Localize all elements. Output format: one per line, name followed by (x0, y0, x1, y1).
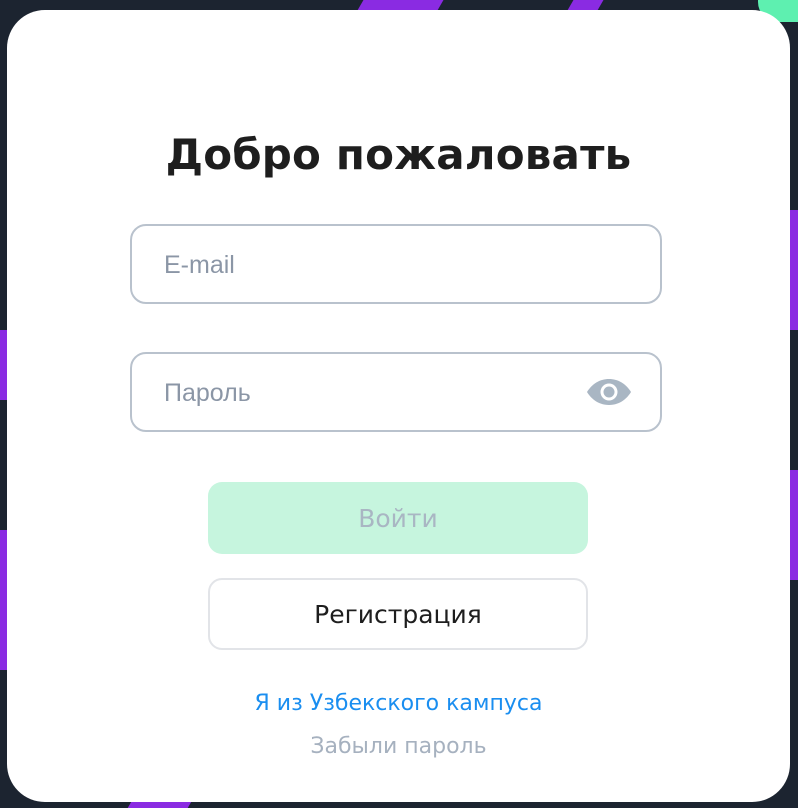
register-button[interactable]: Регистрация (208, 578, 588, 650)
forgot-password-link[interactable]: Забыли пароль (7, 734, 790, 759)
email-input[interactable] (162, 226, 596, 304)
eye-icon[interactable] (586, 376, 632, 408)
uzbek-campus-link[interactable]: Я из Узбекского кампуса (7, 691, 790, 716)
login-card: Добро пожаловать Войти Регистрация Я из … (7, 10, 790, 802)
page-title: Добро пожаловать (165, 130, 632, 179)
password-input[interactable] (162, 354, 596, 432)
password-field[interactable] (130, 352, 662, 432)
login-button[interactable]: Войти (208, 482, 588, 554)
email-field[interactable] (130, 224, 662, 304)
